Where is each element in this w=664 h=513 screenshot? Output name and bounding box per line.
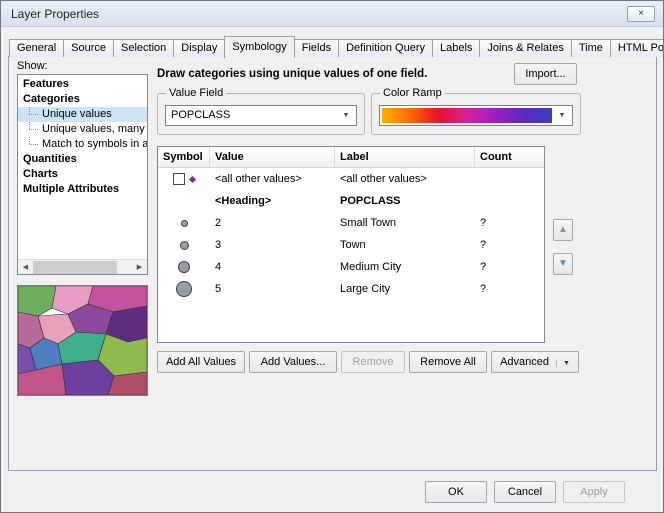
values-table: Symbol Value Label Count <all other valu… [157, 146, 545, 343]
column-header-symbol[interactable]: Symbol [158, 147, 210, 167]
label-cell: Town [335, 239, 475, 251]
advanced-button[interactable]: Advanced ▼ [491, 351, 579, 373]
tab-general[interactable]: General [9, 39, 64, 57]
value-field-dropdown[interactable]: POPCLASS ▼ [165, 105, 357, 126]
advanced-button-label: Advanced [500, 356, 549, 368]
titlebar[interactable]: Layer Properties × [1, 1, 663, 27]
tree-horizontal-scrollbar[interactable]: ◀ ▶ [18, 259, 147, 274]
symbology-tab-page: Show: Features Categories Unique values … [8, 56, 657, 471]
label-cell: Small Town [335, 217, 475, 229]
instruction-text: Draw categories using unique values of o… [157, 68, 427, 80]
tab-display[interactable]: Display [173, 39, 225, 57]
all-other-values-symbol[interactable] [189, 175, 196, 182]
tab-fields[interactable]: Fields [294, 39, 339, 57]
tab-labels[interactable]: Labels [432, 39, 480, 57]
table-row[interactable]: 2 Small Town ? [158, 212, 544, 234]
tree-item-unique-values-many[interactable]: Unique values, many [18, 122, 147, 137]
count-cell: ? [475, 239, 544, 251]
value-cell: <all other values> [210, 173, 335, 185]
apply-button[interactable]: Apply [563, 481, 625, 503]
add-values-button[interactable]: Add Values... [249, 351, 337, 373]
value-field-selected-value: POPCLASS [166, 106, 356, 125]
tree-item-unique-values[interactable]: Unique values [18, 107, 147, 122]
show-label: Show: [17, 60, 48, 72]
column-header-count[interactable]: Count [475, 147, 544, 167]
tree-item-features[interactable]: Features [18, 77, 147, 92]
color-ramp-label: Color Ramp [380, 87, 445, 99]
chevron-down-icon[interactable]: ▼ [554, 106, 570, 125]
graduated-circle-symbol[interactable] [176, 281, 192, 297]
graduated-circle-symbol[interactable] [178, 261, 190, 273]
tree-item-match-to-symbols[interactable]: Match to symbols in a [18, 137, 147, 152]
add-all-values-button[interactable]: Add All Values [157, 351, 245, 373]
show-tree: Features Categories Unique values Unique… [17, 74, 148, 275]
value-field-label: Value Field [166, 87, 226, 99]
all-other-values-checkbox[interactable] [173, 173, 185, 185]
tab-strip: General Source Selection Display Symbolo… [9, 35, 664, 57]
tab-definition-query[interactable]: Definition Query [338, 39, 433, 57]
window-title: Layer Properties [11, 1, 99, 27]
graduated-circle-symbol[interactable] [181, 220, 188, 227]
close-button[interactable]: × [627, 6, 655, 22]
arrow-down-icon: ▼ [558, 258, 568, 269]
graduated-circle-symbol[interactable] [180, 241, 189, 250]
tab-symbology[interactable]: Symbology [224, 36, 294, 58]
cancel-button[interactable]: Cancel [494, 481, 556, 503]
label-cell: Medium City [335, 261, 475, 273]
scrollbar-thumb[interactable] [33, 261, 117, 274]
label-cell: <all other values> [335, 173, 475, 185]
table-row[interactable]: 4 Medium City ? [158, 256, 544, 278]
count-cell: ? [475, 217, 544, 229]
count-cell: ? [475, 283, 544, 295]
symbol-cell [158, 241, 210, 250]
value-cell: 3 [210, 239, 335, 251]
table-row[interactable]: <Heading> POPCLASS [158, 190, 544, 212]
table-header: Symbol Value Label Count [158, 147, 544, 168]
scroll-right-icon[interactable]: ▶ [132, 260, 147, 275]
scroll-left-icon[interactable]: ◀ [18, 260, 33, 275]
value-cell: 5 [210, 283, 335, 295]
chevron-down-icon: ▼ [556, 360, 570, 367]
color-ramp-group: Color Ramp ▼ [371, 93, 581, 135]
move-down-button[interactable]: ▼ [553, 253, 573, 275]
map-preview [17, 285, 148, 396]
label-cell: POPCLASS [335, 195, 475, 207]
remove-all-button[interactable]: Remove All [409, 351, 487, 373]
move-up-button[interactable]: ▲ [553, 219, 573, 241]
map-preview-svg [18, 286, 147, 395]
tab-html-popup[interactable]: HTML Popup [610, 39, 664, 57]
symbol-cell [158, 220, 210, 227]
remove-button[interactable]: Remove [341, 351, 405, 373]
value-cell: <Heading> [210, 195, 335, 207]
tree-item-categories[interactable]: Categories [18, 92, 147, 107]
value-cell: 2 [210, 217, 335, 229]
table-row[interactable]: 3 Town ? [158, 234, 544, 256]
color-ramp-dropdown[interactable]: ▼ [379, 105, 573, 126]
tab-time[interactable]: Time [571, 39, 611, 57]
tree-item-charts[interactable]: Charts [18, 167, 147, 182]
tab-joins-relates[interactable]: Joins & Relates [479, 39, 571, 57]
column-header-value[interactable]: Value [210, 147, 335, 167]
column-header-label[interactable]: Label [335, 147, 475, 167]
close-icon: × [638, 8, 644, 19]
value-field-group: Value Field POPCLASS ▼ [157, 93, 365, 135]
tab-source[interactable]: Source [63, 39, 114, 57]
value-cell: 4 [210, 261, 335, 273]
table-row[interactable]: <all other values> <all other values> [158, 168, 544, 190]
tree-item-quantities[interactable]: Quantities [18, 152, 147, 167]
count-cell: ? [475, 261, 544, 273]
import-button[interactable]: Import... [514, 63, 577, 85]
layer-properties-dialog: Layer Properties × General Source Select… [0, 0, 664, 513]
symbol-cell [158, 281, 210, 297]
tab-selection[interactable]: Selection [113, 39, 174, 57]
symbol-cell [158, 261, 210, 273]
label-cell: Large City [335, 283, 475, 295]
color-ramp-preview [382, 108, 552, 123]
chevron-down-icon[interactable]: ▼ [338, 106, 354, 125]
arrow-up-icon: ▲ [558, 224, 568, 235]
tree-item-multiple-attributes[interactable]: Multiple Attributes [18, 182, 147, 197]
symbol-cell [158, 173, 210, 185]
ok-button[interactable]: OK [425, 481, 487, 503]
table-row[interactable]: 5 Large City ? [158, 278, 544, 300]
